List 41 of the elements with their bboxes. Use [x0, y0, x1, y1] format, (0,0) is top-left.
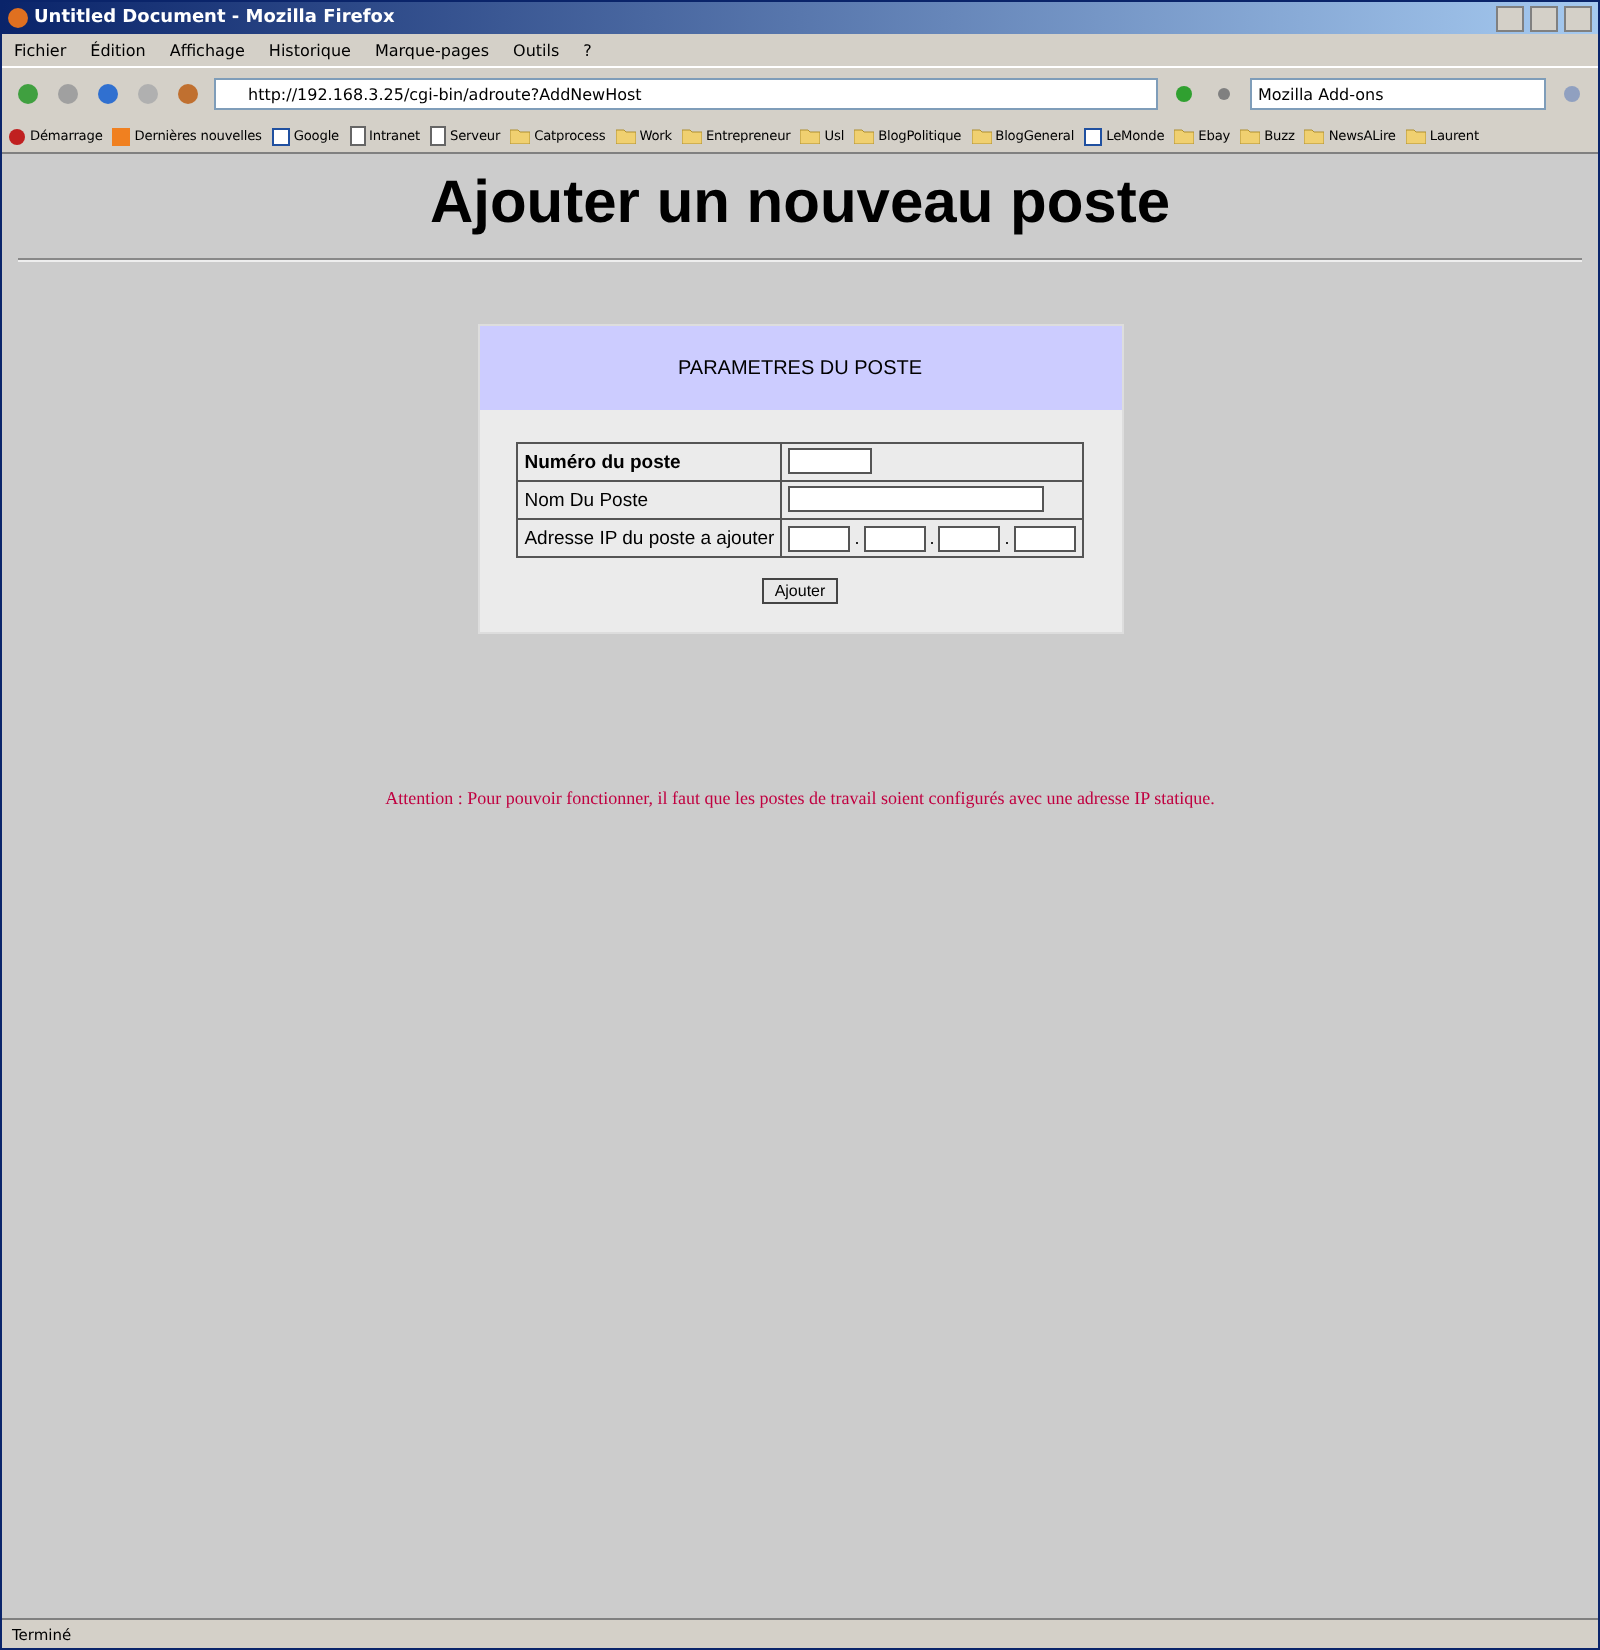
folder-icon: [1304, 128, 1325, 144]
input-field[interactable]: [788, 525, 851, 551]
window-title: Untitled Document - Mozilla Firefox: [34, 8, 397, 28]
folder-icon: [854, 128, 875, 144]
submit-button[interactable]: Ajouter: [762, 578, 838, 604]
field-label: Nom Du Poste: [517, 481, 782, 519]
page-heading: Ajouter un nouveau poste: [429, 170, 1171, 238]
separator-dot: .: [927, 528, 937, 548]
folder-icon: [1240, 128, 1261, 144]
search-field[interactable]: Mozilla Add-ons: [1250, 78, 1546, 110]
menu-item[interactable]: Fichier: [14, 41, 67, 59]
input-field[interactable]: [938, 525, 1001, 551]
maximize-button[interactable]: [1530, 5, 1558, 31]
page-icon: [349, 126, 366, 146]
menu-item[interactable]: Outils: [513, 41, 560, 59]
folder-icon: [1174, 128, 1195, 144]
page-icon: [430, 126, 446, 146]
folder-icon: [1405, 128, 1426, 144]
folder-icon: [681, 128, 702, 144]
close-button[interactable]: [1564, 5, 1592, 31]
separator-dot: .: [1002, 528, 1012, 548]
separator-dot: .: [852, 528, 862, 548]
form-title: PARAMETRES DU POSTE: [479, 326, 1121, 410]
menu-item[interactable]: Historique: [268, 41, 351, 59]
address-field[interactable]: http://192.168.3.25/cgi-bin/adroute?AddNewHost: [214, 78, 1158, 110]
menu-item[interactable]: Édition: [90, 41, 146, 59]
input-field[interactable]: [788, 486, 1045, 512]
menu-item[interactable]: Marque-pages: [374, 41, 490, 59]
menu-item[interactable]: Affichage: [169, 41, 245, 59]
minimize-button[interactable]: [1496, 5, 1524, 31]
field-label: Adresse IP du poste a ajouter: [517, 519, 782, 557]
folder-icon: [800, 128, 821, 144]
field-label: Numéro du poste: [517, 443, 782, 481]
menu-item[interactable]: ?: [583, 41, 592, 59]
input-field[interactable]: [863, 525, 926, 551]
notice-text: Attention : Pour pouvoir fonctionner, il faut que les postes de travail soient configurés avec une adresse IP statique.: [385, 788, 1215, 808]
folder-icon: [615, 128, 636, 144]
input-field[interactable]: [788, 448, 873, 474]
folder-icon: [510, 128, 531, 144]
folder-icon: [971, 128, 992, 144]
input-field[interactable]: [1013, 525, 1076, 551]
